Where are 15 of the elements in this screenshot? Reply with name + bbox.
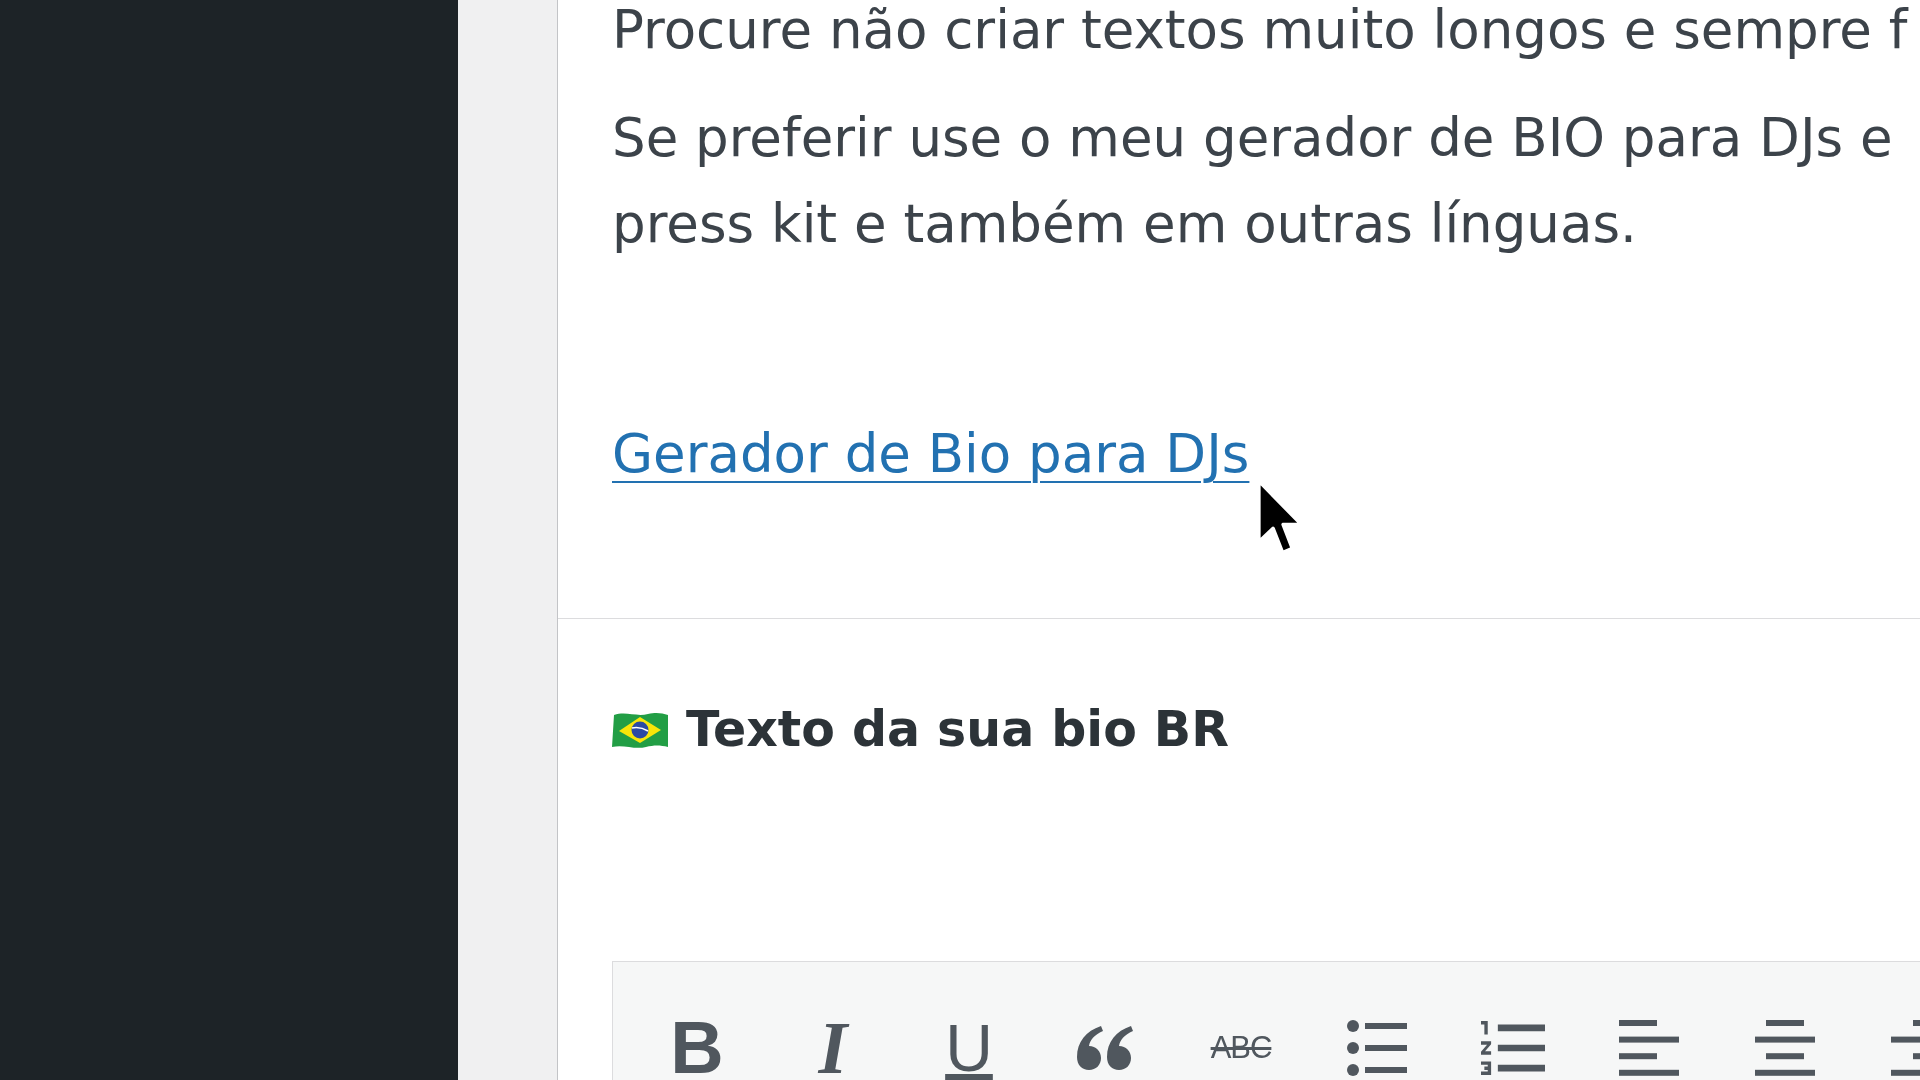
align-left-icon[interactable] xyxy=(1619,1020,1679,1076)
bold-button[interactable]: B xyxy=(649,1017,745,1079)
link[interactable]: Gerador de Bio para DJs xyxy=(612,423,1250,484)
numbered-list-icon[interactable] xyxy=(1481,1021,1545,1075)
align-right-icon[interactable] xyxy=(1891,1020,1920,1076)
quote-icon[interactable] xyxy=(1077,1026,1133,1070)
paragraph: Se preferir use o meu gerador de BIO para DJs e press kit e também em outras línguas. xyxy=(612,106,1893,256)
italic-button[interactable]: I xyxy=(785,1017,881,1079)
underline-button[interactable]: U xyxy=(921,1017,1017,1079)
flag-icon xyxy=(612,711,668,749)
paragraph: Procure não criar textos muito longos e sempre f xyxy=(612,0,1908,60)
bullet-list-icon[interactable] xyxy=(1347,1020,1407,1076)
align-center-icon[interactable] xyxy=(1755,1020,1815,1076)
strikethrough-button[interactable]: ABC xyxy=(1193,1017,1289,1079)
section-heading: Texto da sua bio BR xyxy=(686,700,1229,760)
